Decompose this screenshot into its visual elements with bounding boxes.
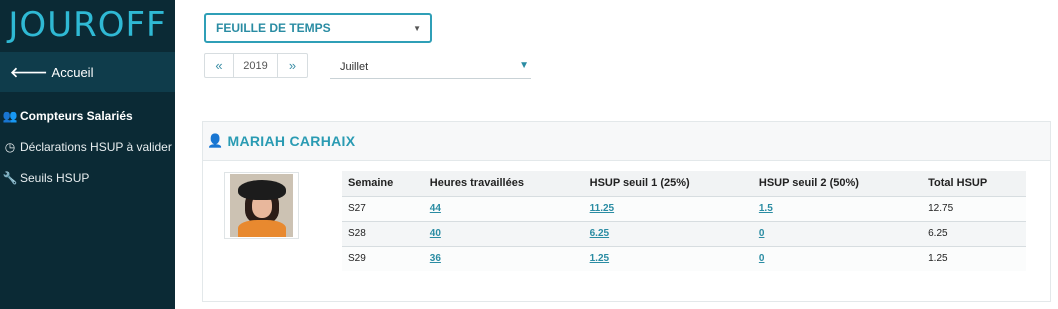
sidebar-item-label: Seuils HSUP: [20, 170, 90, 185]
hsup1-cell: 11.25: [583, 195, 753, 221]
employee-name: MARIAH CARHAIX: [227, 133, 356, 149]
column-header: Heures travaillées: [423, 171, 584, 196]
next-year-button[interactable]: »: [278, 54, 307, 77]
hours-cell: 44: [423, 195, 584, 221]
avatar-photo: [230, 174, 293, 237]
home-label: Accueil: [51, 64, 94, 80]
week-cell: S29: [342, 245, 424, 271]
table-row: S28 40 6.25 0 6.25: [342, 220, 1026, 246]
hsup2-link[interactable]: 0: [759, 253, 765, 264]
table-header-row: Semaine Heures travaillées HSUP seuil 1 …: [342, 171, 1026, 196]
sidebar: JOUROFF 🡐 Accueil 👥 Compteurs Salariés ◷…: [0, 0, 175, 309]
main-content: FEUILLE DE TEMPS ▼ « 2019 » Juillet ▼ 👤 …: [175, 0, 1058, 309]
caret-down-icon: ▼: [519, 60, 529, 71]
sidebar-nav: 👥 Compteurs Salariés ◷ Déclarations HSUP…: [0, 100, 175, 193]
sidebar-item-label: Déclarations HSUP à valider: [20, 139, 172, 154]
hours-cell: 36: [423, 245, 584, 271]
column-header: HSUP seuil 1 (25%): [583, 171, 753, 196]
total-cell: 6.25: [922, 220, 1026, 246]
wrench-icon: 🔧: [2, 170, 18, 185]
employee-card: 👤 MARIAH CARHAIX Semaine Heures travaill…: [202, 121, 1051, 302]
caret-down-icon: ▼: [413, 24, 421, 33]
mode-dropdown-value: FEUILLE DE TEMPS: [216, 21, 331, 35]
arrow-left-icon: 🡐: [10, 63, 48, 80]
year-value: 2019: [234, 54, 278, 77]
total-cell: 1.25: [922, 245, 1026, 271]
hsup1-link[interactable]: 11.25: [590, 203, 614, 214]
hours-link[interactable]: 40: [430, 228, 441, 239]
hsup2-link[interactable]: 1.5: [759, 203, 773, 214]
column-header: HSUP seuil 2 (50%): [752, 171, 923, 196]
table-row: S29 36 1.25 0 1.25: [342, 245, 1026, 271]
year-navigator: « 2019 »: [204, 53, 308, 78]
sidebar-item-declarations-hsup[interactable]: ◷ Déclarations HSUP à valider: [0, 131, 175, 162]
column-header: Semaine: [342, 171, 424, 196]
hsup1-link[interactable]: 6.25: [590, 228, 609, 239]
home-link[interactable]: 🡐 Accueil: [0, 52, 175, 92]
month-dropdown-value: Juillet: [340, 60, 369, 73]
users-icon: 👥: [2, 108, 18, 123]
sidebar-item-compteurs-salaries[interactable]: 👥 Compteurs Salariés: [0, 100, 175, 131]
column-header: Total HSUP: [922, 171, 1026, 196]
mode-dropdown[interactable]: FEUILLE DE TEMPS ▼: [204, 13, 432, 43]
hsup2-cell: 0: [752, 245, 923, 271]
employee-header: 👤 MARIAH CARHAIX: [203, 122, 1050, 161]
sidebar-item-seuils-hsup[interactable]: 🔧 Seuils HSUP: [0, 162, 175, 193]
hsup2-cell: 0: [752, 220, 923, 246]
sidebar-item-label: Compteurs Salariés: [20, 108, 133, 123]
hsup1-cell: 6.25: [583, 220, 753, 246]
hsup2-link[interactable]: 0: [759, 228, 765, 239]
app-brand[interactable]: JOUROFF: [0, 0, 175, 50]
avatar: [224, 172, 299, 239]
hours-cell: 40: [423, 220, 584, 246]
total-cell: 12.75: [922, 195, 1026, 221]
table-row: S27 44 11.25 1.5 12.75: [342, 195, 1026, 221]
prev-year-button[interactable]: «: [205, 54, 234, 77]
hsup1-cell: 1.25: [583, 245, 753, 271]
clock-icon: ◷: [4, 139, 16, 154]
week-cell: S27: [342, 195, 424, 221]
hours-link[interactable]: 36: [430, 253, 441, 264]
month-dropdown[interactable]: Juillet ▼: [330, 55, 531, 79]
hours-link[interactable]: 44: [430, 203, 441, 214]
hsup1-link[interactable]: 1.25: [590, 253, 609, 264]
user-icon: 👤: [207, 133, 224, 148]
hsup-table: Semaine Heures travaillées HSUP seuil 1 …: [342, 171, 1026, 271]
hsup2-cell: 1.5: [752, 195, 923, 221]
week-cell: S28: [342, 220, 424, 246]
